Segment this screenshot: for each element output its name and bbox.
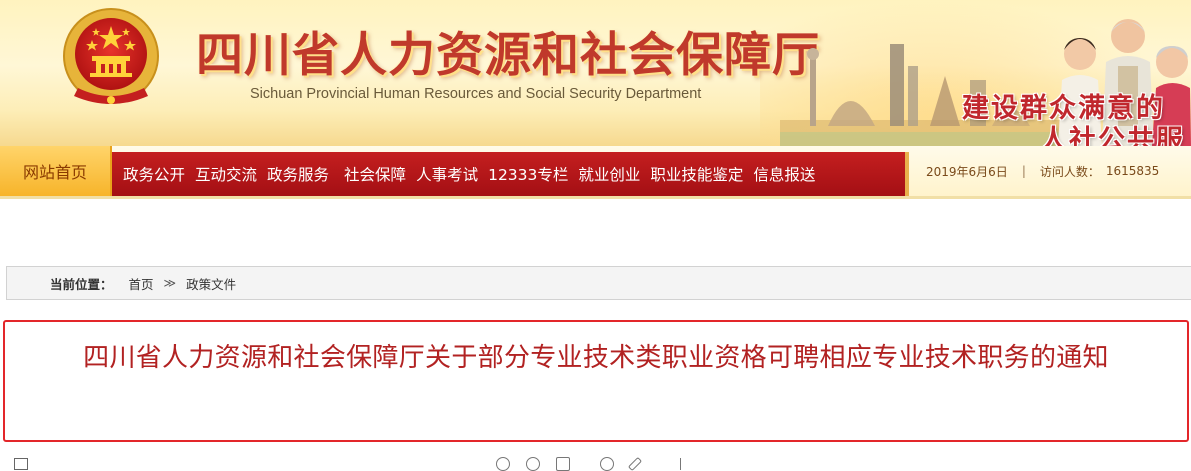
header-banner: 四川省人力资源和社会保障厅 Sichuan Provincial Human R… — [0, 0, 1191, 146]
checkbox-icon[interactable] — [14, 458, 28, 470]
nav-item-zhiye-jineng[interactable]: 职业技能鉴定 — [645, 163, 748, 185]
breadcrumb-home-link[interactable]: 首页 — [129, 274, 154, 293]
article-toolbar — [0, 456, 1191, 471]
nav-item-zhengwu-gongkai[interactable]: 政务公开 — [118, 163, 190, 185]
article-title-highlight-box: 四川省人力资源和社会保障厅关于部分专业技术类职业资格可聘相应专业技术职务的通知 — [3, 320, 1189, 442]
slogan-line-2: 人社公共服 — [1040, 125, 1185, 146]
nav-item-zhengwu-fuwu[interactable]: 政务服务 — [262, 163, 339, 185]
visitors-count: 1615835 — [1105, 164, 1160, 178]
toolbar-divider — [680, 458, 681, 470]
breadcrumb: 当前位置： 首页 ≫ 政策文件 — [6, 266, 1191, 300]
nav-home-link[interactable]: 网站首页 — [0, 146, 112, 196]
nav-item-jiuye-chuangye[interactable]: 就业创业 — [573, 163, 645, 185]
nav-item-xinxi-baosong[interactable]: 信息报送 — [748, 163, 820, 185]
nav-item-shehui-baozhang[interactable]: 社会保障 — [339, 163, 411, 185]
article-title: 四川省人力资源和社会保障厅关于部分专业技术类职业资格可聘相应专业技术职务的通知 — [83, 343, 1109, 373]
nav-item-12333[interactable]: 12333专栏 — [483, 163, 573, 185]
fit-page-icon[interactable] — [556, 457, 570, 471]
status-bar: 2019年6月6日 | 访问人数： 1615835 — [912, 146, 1191, 196]
nav-divider — [0, 196, 1191, 199]
site-title: 四川省人力资源和社会保障厅 — [196, 28, 820, 83]
zoom-out-icon[interactable] — [526, 457, 540, 471]
visitors-label: 访问人数： — [1039, 164, 1100, 179]
breadcrumb-label: 当前位置： — [50, 276, 113, 292]
current-date: 2019年6月6日 — [926, 164, 1008, 179]
breadcrumb-arrow-icon: ≫ — [163, 276, 177, 290]
nav-item-renshi-kaoshi[interactable]: 人事考试 — [411, 163, 483, 185]
rotate-icon[interactable] — [600, 457, 614, 471]
main-nav-bar: 网站首页 政务公开 互动交流 政务服务 社会保障 人事考试 12333专栏 就业… — [0, 146, 1191, 196]
site-subtitle: Sichuan Provincial Human Resources and S… — [250, 86, 702, 102]
status-separator: | — [1021, 164, 1026, 178]
national-emblem-icon — [63, 8, 159, 104]
pen-icon[interactable] — [627, 456, 643, 471]
nav-menu: 政务公开 互动交流 政务服务 社会保障 人事考试 12333专栏 就业创业 职业… — [112, 152, 909, 196]
breadcrumb-current-link[interactable]: 政策文件 — [186, 274, 236, 293]
nav-item-hudong-jiaoliu[interactable]: 互动交流 — [190, 163, 262, 185]
zoom-in-icon[interactable] — [496, 457, 510, 471]
